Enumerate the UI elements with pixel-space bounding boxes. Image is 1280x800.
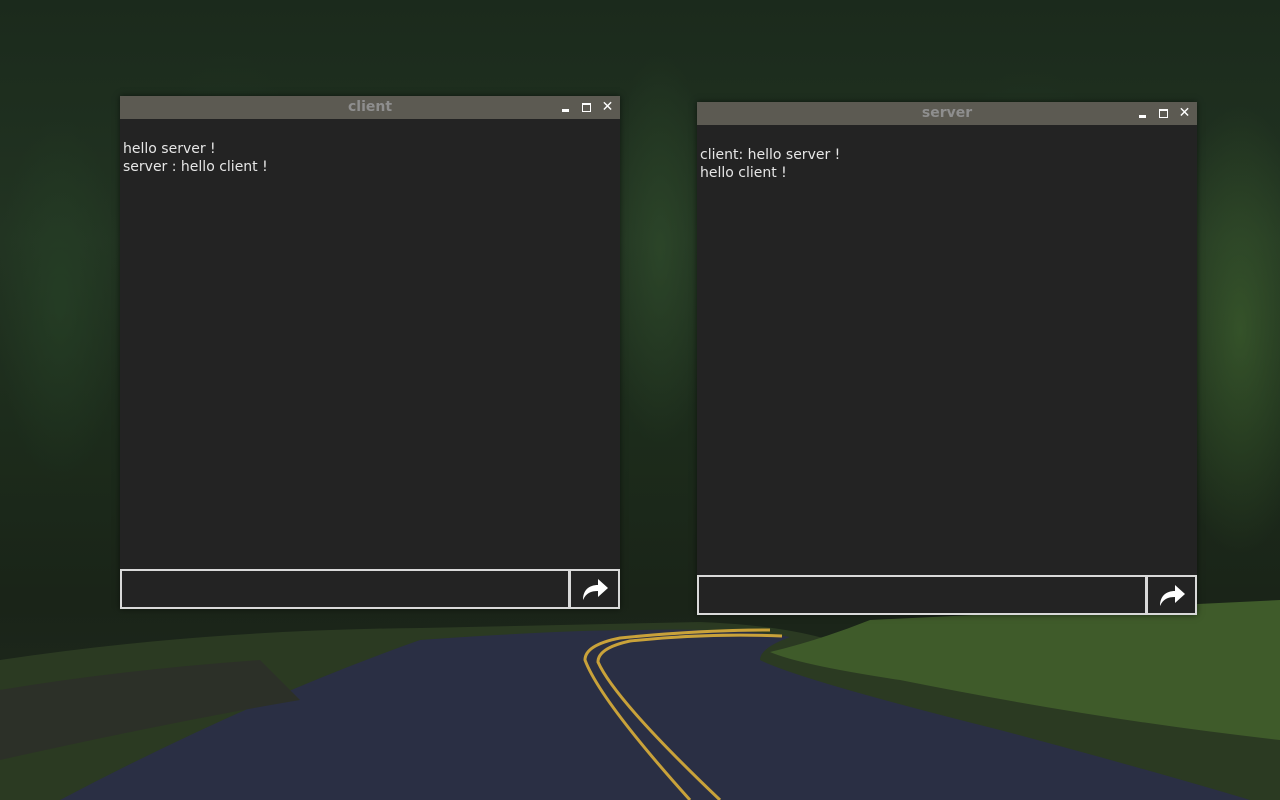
server-maximize-button[interactable] bbox=[1157, 107, 1170, 120]
close-icon: ✕ bbox=[1178, 105, 1191, 121]
server-send-button[interactable] bbox=[1147, 575, 1197, 615]
server-close-button[interactable]: ✕ bbox=[1178, 105, 1191, 121]
share-arrow-icon bbox=[1159, 585, 1185, 606]
chat-message: hello server ! bbox=[123, 141, 216, 157]
client-send-button[interactable] bbox=[570, 569, 620, 609]
server-input-row bbox=[697, 575, 1197, 615]
server-message-input[interactable] bbox=[697, 575, 1147, 615]
server-chat-log: client: hello server ! hello client ! bbox=[697, 125, 1197, 575]
chat-message: hello client ! bbox=[700, 165, 787, 181]
server-window-title: server bbox=[921, 105, 973, 121]
client-chat-log: hello server ! server : hello client ! bbox=[120, 119, 620, 569]
minimize-icon bbox=[1139, 115, 1146, 118]
desktop: client ✕ hello server ! server : hello c… bbox=[0, 0, 1280, 800]
server-window: server ✕ client: hello server ! hello cl… bbox=[697, 102, 1197, 615]
client-close-button[interactable]: ✕ bbox=[601, 99, 614, 115]
client-titlebar[interactable]: client ✕ bbox=[120, 96, 620, 119]
client-maximize-button[interactable] bbox=[580, 101, 593, 114]
maximize-icon bbox=[582, 103, 591, 112]
minimize-icon bbox=[562, 109, 569, 112]
chat-message: client: hello server ! bbox=[700, 147, 841, 163]
client-minimize-button[interactable] bbox=[559, 101, 572, 114]
server-minimize-button[interactable] bbox=[1136, 107, 1149, 120]
client-window: client ✕ hello server ! server : hello c… bbox=[120, 96, 620, 609]
maximize-icon bbox=[1159, 109, 1168, 118]
share-arrow-icon bbox=[582, 579, 608, 600]
client-window-title: client bbox=[347, 99, 393, 115]
client-message-input[interactable] bbox=[120, 569, 570, 609]
client-input-row bbox=[120, 569, 620, 609]
chat-message: server : hello client ! bbox=[123, 159, 268, 175]
server-window-controls: ✕ bbox=[1136, 102, 1191, 125]
close-icon: ✕ bbox=[601, 99, 614, 115]
client-window-controls: ✕ bbox=[559, 96, 614, 119]
server-titlebar[interactable]: server ✕ bbox=[697, 102, 1197, 125]
